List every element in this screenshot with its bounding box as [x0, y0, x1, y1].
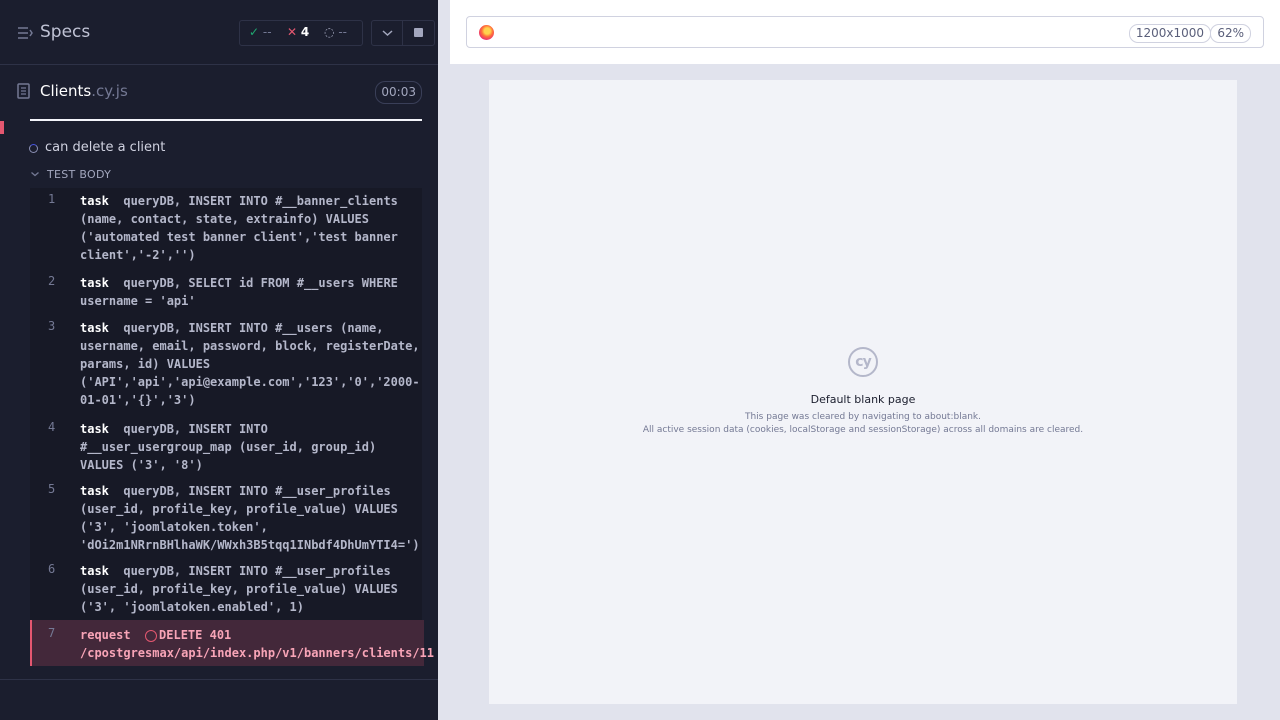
- command-row[interactable]: 6 task queryDB, INSERT INTO #__user_prof…: [30, 562, 422, 616]
- command-message: DELETE 401 /cpostgresmax/api/index.php/v…: [80, 628, 435, 660]
- aut-header: 1200x1000 62%: [450, 0, 1280, 64]
- command-row[interactable]: 3 task queryDB, INSERT INTO #__users (na…: [30, 319, 422, 409]
- failed-stat: ✕ 4: [287, 25, 310, 39]
- command-text: request DELETE 401 /cpostgresmax/api/ind…: [80, 626, 434, 662]
- check-icon: ✓: [249, 25, 260, 39]
- command-message: queryDB, INSERT INTO #__user_profiles (u…: [80, 484, 420, 552]
- test-title[interactable]: can delete a client: [45, 140, 165, 155]
- failed-test-marker: [0, 121, 4, 134]
- spinner-icon: [29, 144, 38, 153]
- command-name: task: [80, 564, 109, 578]
- command-list: 1 task queryDB, INSERT INTO #__banner_cl…: [30, 188, 434, 666]
- command-message: queryDB, INSERT INTO #__banner_clients (…: [80, 194, 406, 262]
- command-name: task: [80, 422, 109, 436]
- specs-button[interactable]: Specs: [40, 22, 90, 42]
- duration-badge: 00:03: [375, 81, 422, 104]
- specs-menu-icon[interactable]: [17, 26, 33, 40]
- run-controls: [371, 20, 435, 46]
- command-text: task queryDB, INSERT INTO #__users (name…: [80, 319, 420, 409]
- command-text: task queryDB, INSERT INTO #__banner_clie…: [80, 192, 420, 264]
- failed-request-icon: [145, 629, 158, 642]
- command-message: queryDB, INSERT INTO #__user_usergroup_m…: [80, 422, 384, 472]
- command-message: queryDB, SELECT id FROM #__users WHERE u…: [80, 276, 406, 308]
- command-text: task queryDB, INSERT INTO #__user_usergr…: [80, 420, 420, 474]
- spec-file-name: Clients.cy.js: [40, 82, 128, 100]
- command-row[interactable]: 4 task queryDB, INSERT INTO #__user_user…: [30, 420, 422, 474]
- app-under-test-panel: 1200x1000 62% cy Default blank page This…: [450, 0, 1280, 720]
- stop-icon[interactable]: [414, 28, 423, 37]
- blank-page-title: Default blank page: [810, 393, 916, 406]
- pending-spinner-icon: ◌: [324, 25, 335, 39]
- firefox-icon: [479, 25, 494, 40]
- command-name: task: [80, 321, 109, 335]
- command-message: queryDB, INSERT INTO #__users (name, use…: [80, 321, 427, 407]
- x-icon: ✕: [287, 25, 298, 39]
- file-icon: [17, 83, 30, 99]
- viewport-size-badge[interactable]: 1200x1000: [1128, 24, 1211, 43]
- command-text: task queryDB, INSERT INTO #__user_profil…: [80, 562, 420, 616]
- blank-page-note: This page was cleared by navigating to a…: [744, 412, 981, 422]
- command-name: task: [80, 194, 109, 208]
- command-number: 3: [48, 319, 56, 333]
- progress-line: [30, 119, 422, 121]
- reporter-header: Specs ✓ -- ✕ 4 ◌ --: [0, 0, 438, 65]
- command-row[interactable]: 2 task queryDB, SELECT id FROM #__users …: [30, 274, 422, 310]
- command-log-panel: Specs ✓ -- ✕ 4 ◌ -- Clients.cy.js 00:03 …: [0, 0, 438, 720]
- command-number: 5: [48, 482, 56, 496]
- url-bar[interactable]: 1200x1000 62%: [466, 16, 1264, 48]
- command-message: queryDB, INSERT INTO #__user_profiles (u…: [80, 564, 406, 614]
- controls-divider: [402, 21, 403, 45]
- test-body-toggle[interactable]: TEST BODY: [47, 168, 111, 181]
- command-name: task: [80, 484, 109, 498]
- passed-stat: ✓ --: [249, 25, 272, 39]
- blank-page-note: All active session data (cookies, localS…: [642, 425, 1084, 435]
- command-row[interactable]: 5 task queryDB, INSERT INTO #__user_prof…: [30, 482, 422, 554]
- cypress-logo: cy: [848, 347, 878, 377]
- command-name: task: [80, 276, 109, 290]
- command-text: task queryDB, INSERT INTO #__user_profil…: [80, 482, 420, 554]
- zoom-badge: 62%: [1210, 24, 1251, 43]
- failed-command-row[interactable]: 7 request DELETE 401 /cpostgresmax/api/i…: [30, 620, 434, 666]
- run-stats: ✓ -- ✕ 4 ◌ --: [239, 20, 363, 46]
- chevron-down-icon[interactable]: [30, 169, 40, 179]
- panel-footer-divider: [0, 679, 438, 680]
- command-text: task queryDB, SELECT id FROM #__users WH…: [80, 274, 420, 310]
- command-name: request: [80, 628, 131, 642]
- command-number: 4: [48, 420, 56, 434]
- aut-iframe: cy Default blank page This page was clea…: [489, 80, 1237, 704]
- chevron-down-icon[interactable]: [382, 29, 393, 37]
- command-number: 7: [48, 626, 56, 640]
- command-number: 6: [48, 562, 56, 576]
- command-row[interactable]: 1 task queryDB, INSERT INTO #__banner_cl…: [30, 192, 422, 268]
- pending-stat: ◌ --: [324, 25, 347, 39]
- command-number: 2: [48, 274, 56, 288]
- command-number: 1: [48, 192, 56, 206]
